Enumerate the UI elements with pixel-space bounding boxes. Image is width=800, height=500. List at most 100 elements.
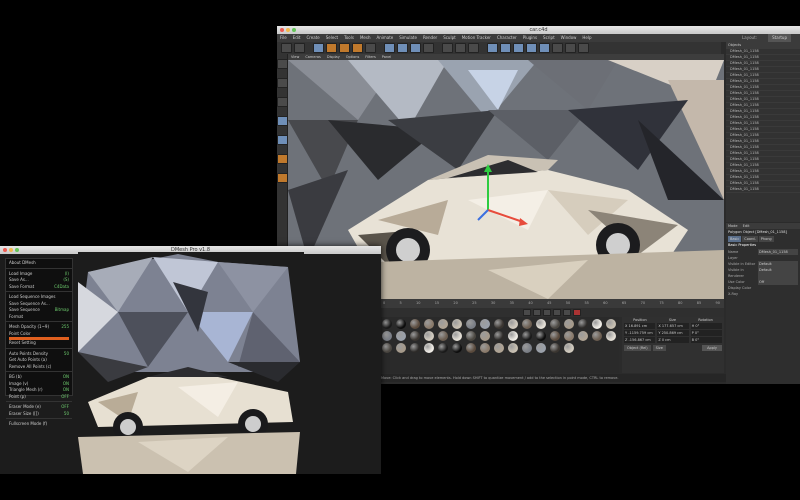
- material-swatch[interactable]: [466, 331, 476, 341]
- material-swatch[interactable]: [522, 343, 532, 353]
- subdivision-icon[interactable]: [513, 43, 524, 53]
- make-editable-icon[interactable]: [277, 59, 288, 69]
- bend-icon[interactable]: [539, 43, 550, 53]
- apply-button[interactable]: Apply: [702, 345, 722, 351]
- close-button[interactable]: [280, 28, 284, 32]
- material-swatch[interactable]: [466, 343, 476, 353]
- object-list-item[interactable]: DMesh_01_1158: [726, 187, 800, 193]
- coordinate-field[interactable]: X 177.657 cm: [657, 323, 689, 329]
- material-swatch[interactable]: [564, 319, 574, 329]
- menu-window[interactable]: Window: [561, 35, 577, 40]
- menu-render[interactable]: Render: [423, 35, 437, 40]
- material-swatch[interactable]: [606, 319, 616, 329]
- material-swatch[interactable]: [494, 343, 504, 353]
- coordinate-field[interactable]: P 0°: [690, 330, 722, 336]
- light-icon[interactable]: [578, 43, 589, 53]
- menu-motion-tracker[interactable]: Motion Tracker: [462, 35, 491, 40]
- coordinate-field[interactable]: Z -156.867 cm: [624, 337, 656, 343]
- x-axis-lock-icon[interactable]: [384, 43, 395, 53]
- coordinate-field[interactable]: B 0°: [690, 337, 722, 343]
- attr-mode-menu[interactable]: Mode: [728, 224, 738, 228]
- zoom-button[interactable]: [292, 28, 296, 32]
- move-tool-icon[interactable]: [326, 43, 337, 53]
- material-swatch[interactable]: [578, 319, 588, 329]
- material-swatch[interactable]: [550, 343, 560, 353]
- material-swatch[interactable]: [550, 331, 560, 341]
- material-swatch[interactable]: [564, 331, 574, 341]
- material-swatch[interactable]: [592, 331, 602, 341]
- material-swatch[interactable]: [480, 331, 490, 341]
- material-swatch[interactable]: [452, 331, 462, 341]
- material-swatch[interactable]: [606, 331, 616, 341]
- rotate-tool-icon[interactable]: [352, 43, 363, 53]
- dmesh-control-row[interactable]: Fullscreen Mode (f): [6, 421, 72, 428]
- pen-icon[interactable]: [500, 43, 511, 53]
- material-swatch[interactable]: [508, 343, 518, 353]
- next-key-icon[interactable]: [552, 309, 561, 316]
- dmesh-control-row[interactable]: About DMesh: [6, 260, 72, 267]
- material-swatch[interactable]: [578, 331, 588, 341]
- coordinate-field[interactable]: H 0°: [690, 323, 722, 329]
- z-axis-lock-icon[interactable]: [410, 43, 421, 53]
- menu-plugins[interactable]: Plugins: [523, 35, 537, 40]
- dmesh-control-row[interactable]: Reset Setting: [6, 340, 72, 347]
- dmesh-control-row[interactable]: Point (p) OFF: [6, 394, 72, 401]
- menu-character[interactable]: Character: [497, 35, 517, 40]
- material-swatch[interactable]: [452, 319, 462, 329]
- timeline[interactable]: 0 5 10 15 20 25 30 35 40 45 50 55 60 65 70 75 80 85 90: [379, 299, 724, 308]
- material-swatch[interactable]: [410, 331, 420, 341]
- property-value[interactable]: [758, 291, 798, 297]
- coordinate-mode-select[interactable]: Object (Rel): [624, 345, 651, 351]
- material-swatch[interactable]: [494, 319, 504, 329]
- material-swatch[interactable]: [522, 331, 532, 341]
- material-swatch[interactable]: [410, 343, 420, 353]
- size-mode-select[interactable]: Size: [652, 345, 666, 351]
- menu-script[interactable]: Script: [543, 35, 555, 40]
- material-swatch[interactable]: [564, 343, 574, 353]
- scale-tool-icon[interactable]: [339, 43, 350, 53]
- floor-icon[interactable]: [552, 43, 563, 53]
- dmesh-control-row[interactable]: Save Sequence Format Bitmap: [6, 307, 72, 320]
- axis-mode-icon[interactable]: [277, 173, 288, 183]
- c4d-titlebar[interactable]: car.c4d: [277, 26, 800, 34]
- material-swatch[interactable]: [424, 319, 434, 329]
- material-swatch[interactable]: [536, 331, 546, 341]
- layout-select[interactable]: Startup: [768, 34, 791, 42]
- material-swatch[interactable]: [410, 319, 420, 329]
- property-value[interactable]: Default: [758, 267, 798, 279]
- play-icon[interactable]: [542, 309, 551, 316]
- viewport-menu-view[interactable]: View: [291, 55, 299, 59]
- y-axis-lock-icon[interactable]: [397, 43, 408, 53]
- model-mode-icon[interactable]: [277, 78, 288, 88]
- last-tool-icon[interactable]: [365, 43, 376, 53]
- menu-animate[interactable]: Animate: [376, 35, 393, 40]
- material-swatch[interactable]: [536, 343, 546, 353]
- material-swatch[interactable]: [508, 319, 518, 329]
- dmesh-zoom-button[interactable]: [15, 248, 19, 252]
- material-swatch[interactable]: [438, 331, 448, 341]
- menu-tools[interactable]: Tools: [344, 35, 354, 40]
- dmesh-control-row[interactable]: Remove All Points (c): [6, 364, 72, 371]
- material-swatch[interactable]: [396, 343, 406, 353]
- render-picture-viewer-icon[interactable]: [455, 43, 466, 53]
- go-to-end-icon[interactable]: [562, 309, 571, 316]
- viewport-menu-panel[interactable]: Panel: [382, 55, 391, 59]
- array-icon[interactable]: [526, 43, 537, 53]
- material-swatch[interactable]: [536, 319, 546, 329]
- material-swatch[interactable]: [550, 319, 560, 329]
- material-swatch[interactable]: [424, 343, 434, 353]
- coordinate-system-icon[interactable]: [423, 43, 434, 53]
- material-swatch[interactable]: [382, 331, 392, 341]
- coordinate-field[interactable]: X 16.891 cm: [624, 323, 656, 329]
- dmesh-control-row[interactable]: Save Format C4Data: [6, 284, 72, 291]
- material-swatch[interactable]: [382, 343, 392, 353]
- attr-edit-menu[interactable]: Edit: [743, 224, 750, 228]
- coordinate-field[interactable]: Y 250.869 cm: [657, 330, 689, 336]
- edges-mode-icon[interactable]: [277, 135, 288, 145]
- material-swatch[interactable]: [452, 343, 462, 353]
- camera-icon[interactable]: [565, 43, 576, 53]
- viewport-menu-filters[interactable]: Filters: [365, 55, 376, 59]
- material-swatch[interactable]: [494, 331, 504, 341]
- record-icon[interactable]: [572, 309, 581, 316]
- render-view-icon[interactable]: [442, 43, 453, 53]
